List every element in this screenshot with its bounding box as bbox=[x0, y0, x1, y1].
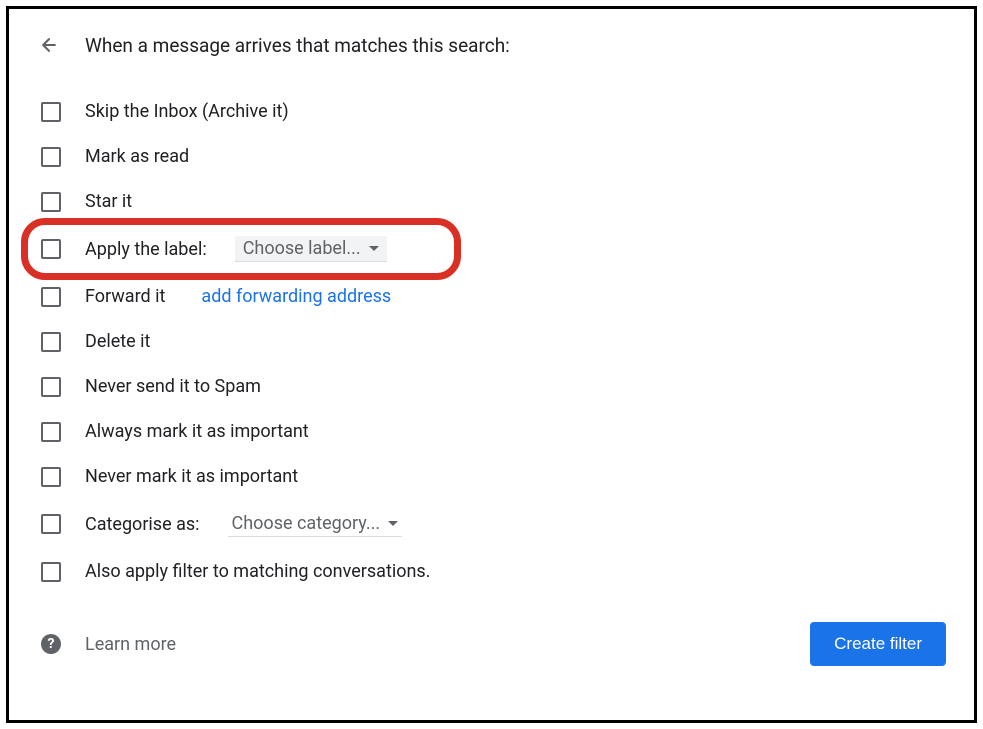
option-never-spam: Never send it to Spam bbox=[37, 364, 946, 409]
label-star-it: Star it bbox=[85, 191, 132, 212]
option-delete-it: Delete it bbox=[37, 319, 946, 364]
option-apply-label: Apply the label: Choose label... bbox=[37, 224, 946, 274]
checkbox-apply-matching[interactable] bbox=[41, 562, 61, 582]
dropdown-choose-label[interactable]: Choose label... bbox=[235, 236, 387, 262]
link-learn-more[interactable]: Learn more bbox=[85, 634, 176, 655]
label-apply-label: Apply the label: bbox=[85, 239, 207, 260]
checkbox-forward-it[interactable] bbox=[41, 287, 61, 307]
label-never-spam: Never send it to Spam bbox=[85, 376, 261, 397]
option-never-important: Never mark it as important bbox=[37, 454, 946, 499]
checkbox-never-important[interactable] bbox=[41, 467, 61, 487]
option-skip-inbox: Skip the Inbox (Archive it) bbox=[37, 89, 946, 134]
checkbox-categorise[interactable] bbox=[41, 514, 61, 534]
option-mark-read: Mark as read bbox=[37, 134, 946, 179]
option-always-important: Always mark it as important bbox=[37, 409, 946, 454]
checkbox-delete-it[interactable] bbox=[41, 332, 61, 352]
checkbox-skip-inbox[interactable] bbox=[41, 102, 61, 122]
option-apply-matching: Also apply filter to matching conversati… bbox=[37, 549, 946, 594]
help-icon[interactable]: ? bbox=[41, 634, 61, 654]
option-star-it: Star it bbox=[37, 179, 946, 224]
dialog-header: When a message arrives that matches this… bbox=[37, 33, 946, 57]
checkbox-mark-read[interactable] bbox=[41, 147, 61, 167]
options-list: Skip the Inbox (Archive it) Mark as read… bbox=[37, 89, 946, 594]
dropdown-label-text: Choose label... bbox=[243, 238, 361, 259]
label-categorise: Categorise as: bbox=[85, 514, 200, 535]
create-filter-button[interactable]: Create filter bbox=[810, 622, 946, 666]
label-apply-matching: Also apply filter to matching conversati… bbox=[85, 561, 430, 582]
chevron-down-icon bbox=[388, 521, 398, 526]
dropdown-category-text: Choose category... bbox=[232, 513, 381, 534]
label-always-important: Always mark it as important bbox=[85, 421, 309, 442]
chevron-down-icon bbox=[369, 246, 379, 251]
checkbox-star-it[interactable] bbox=[41, 192, 61, 212]
checkbox-never-spam[interactable] bbox=[41, 377, 61, 397]
dropdown-choose-category[interactable]: Choose category... bbox=[228, 511, 403, 537]
label-never-important: Never mark it as important bbox=[85, 466, 298, 487]
label-skip-inbox: Skip the Inbox (Archive it) bbox=[85, 101, 289, 122]
label-forward-it: Forward it bbox=[85, 286, 165, 307]
back-arrow-icon[interactable] bbox=[37, 33, 61, 57]
option-forward-it: Forward it add forwarding address bbox=[37, 274, 946, 319]
dialog-footer: ? Learn more Create filter bbox=[37, 622, 946, 666]
filter-dialog: When a message arrives that matches this… bbox=[6, 6, 977, 723]
label-delete-it: Delete it bbox=[85, 331, 150, 352]
link-add-forwarding[interactable]: add forwarding address bbox=[201, 286, 391, 307]
footer-left: ? Learn more bbox=[37, 634, 176, 655]
header-title: When a message arrives that matches this… bbox=[85, 34, 510, 57]
label-mark-read: Mark as read bbox=[85, 146, 189, 167]
checkbox-apply-label[interactable] bbox=[41, 239, 61, 259]
option-categorise: Categorise as: Choose category... bbox=[37, 499, 946, 549]
checkbox-always-important[interactable] bbox=[41, 422, 61, 442]
